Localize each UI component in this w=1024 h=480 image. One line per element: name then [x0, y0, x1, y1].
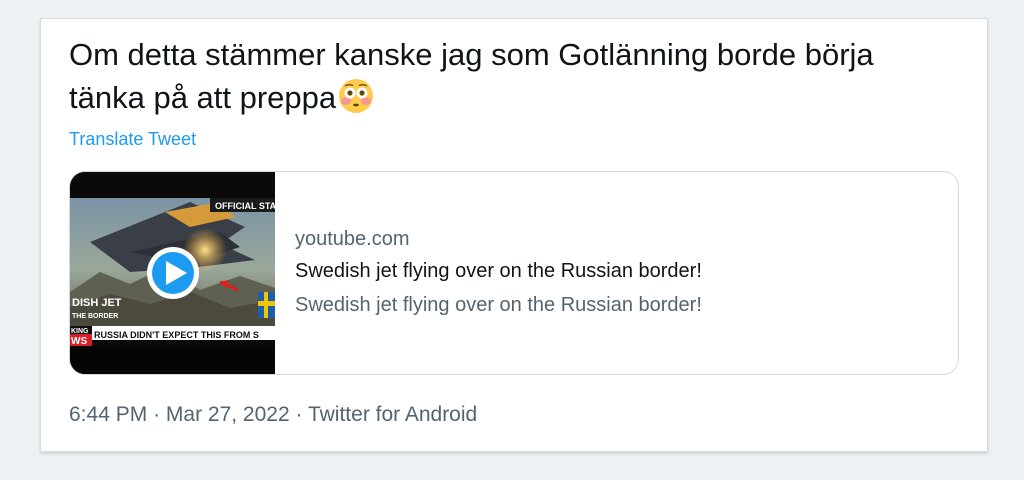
youtube-link-card[interactable]: OFFICIAL STAT DISH JET THE BORDER KING W… — [69, 171, 959, 375]
tweet-time-link[interactable]: 6:44 PM — [69, 403, 147, 426]
tweet-source-link[interactable]: Twitter for Android — [308, 403, 477, 426]
video-thumbnail-image: OFFICIAL STAT DISH JET THE BORDER KING W… — [70, 172, 275, 374]
tweet-text-content: Om detta stämmer kanske jag som Gotlänni… — [69, 37, 874, 115]
link-card-info: youtube.com Swedish jet flying over on t… — [295, 224, 935, 322]
thumbnail-caption-line1: DISH JET — [72, 297, 122, 309]
link-card-domain: youtube.com — [295, 228, 410, 250]
flushed-face-emoji-icon — [339, 79, 374, 113]
link-card-description: Swedish jet flying over on the Russian b… — [295, 294, 702, 316]
meta-separator: · — [295, 403, 303, 426]
play-button-icon[interactable] — [147, 247, 199, 299]
link-card-title: Swedish jet flying over on the Russian b… — [295, 260, 702, 282]
tweet-date-link[interactable]: Mar 27, 2022 — [166, 403, 290, 426]
thumbnail-caption-line2: THE BORDER — [72, 313, 118, 320]
video-thumbnail[interactable]: OFFICIAL STAT DISH JET THE BORDER KING W… — [70, 172, 275, 374]
thumbnail-ticker: RUSSIA DIDN'T EXPECT THIS FROM S — [94, 330, 259, 340]
thumbnail-tag-bottom: WS — [71, 336, 87, 347]
translate-tweet-link[interactable]: Translate Tweet — [69, 129, 196, 150]
thumbnail-tag-top: KING — [71, 328, 89, 335]
tweet-text: Om detta stämmer kanske jag som Gotlänni… — [69, 33, 949, 119]
thumbnail-badge-text: OFFICIAL STAT — [215, 201, 275, 211]
meta-separator: · — [153, 403, 161, 426]
tweet-card: Om detta stämmer kanske jag som Gotlänni… — [40, 18, 988, 452]
tweet-metadata: 6:44 PM · Mar 27, 2022 · Twitter for And… — [69, 403, 477, 427]
